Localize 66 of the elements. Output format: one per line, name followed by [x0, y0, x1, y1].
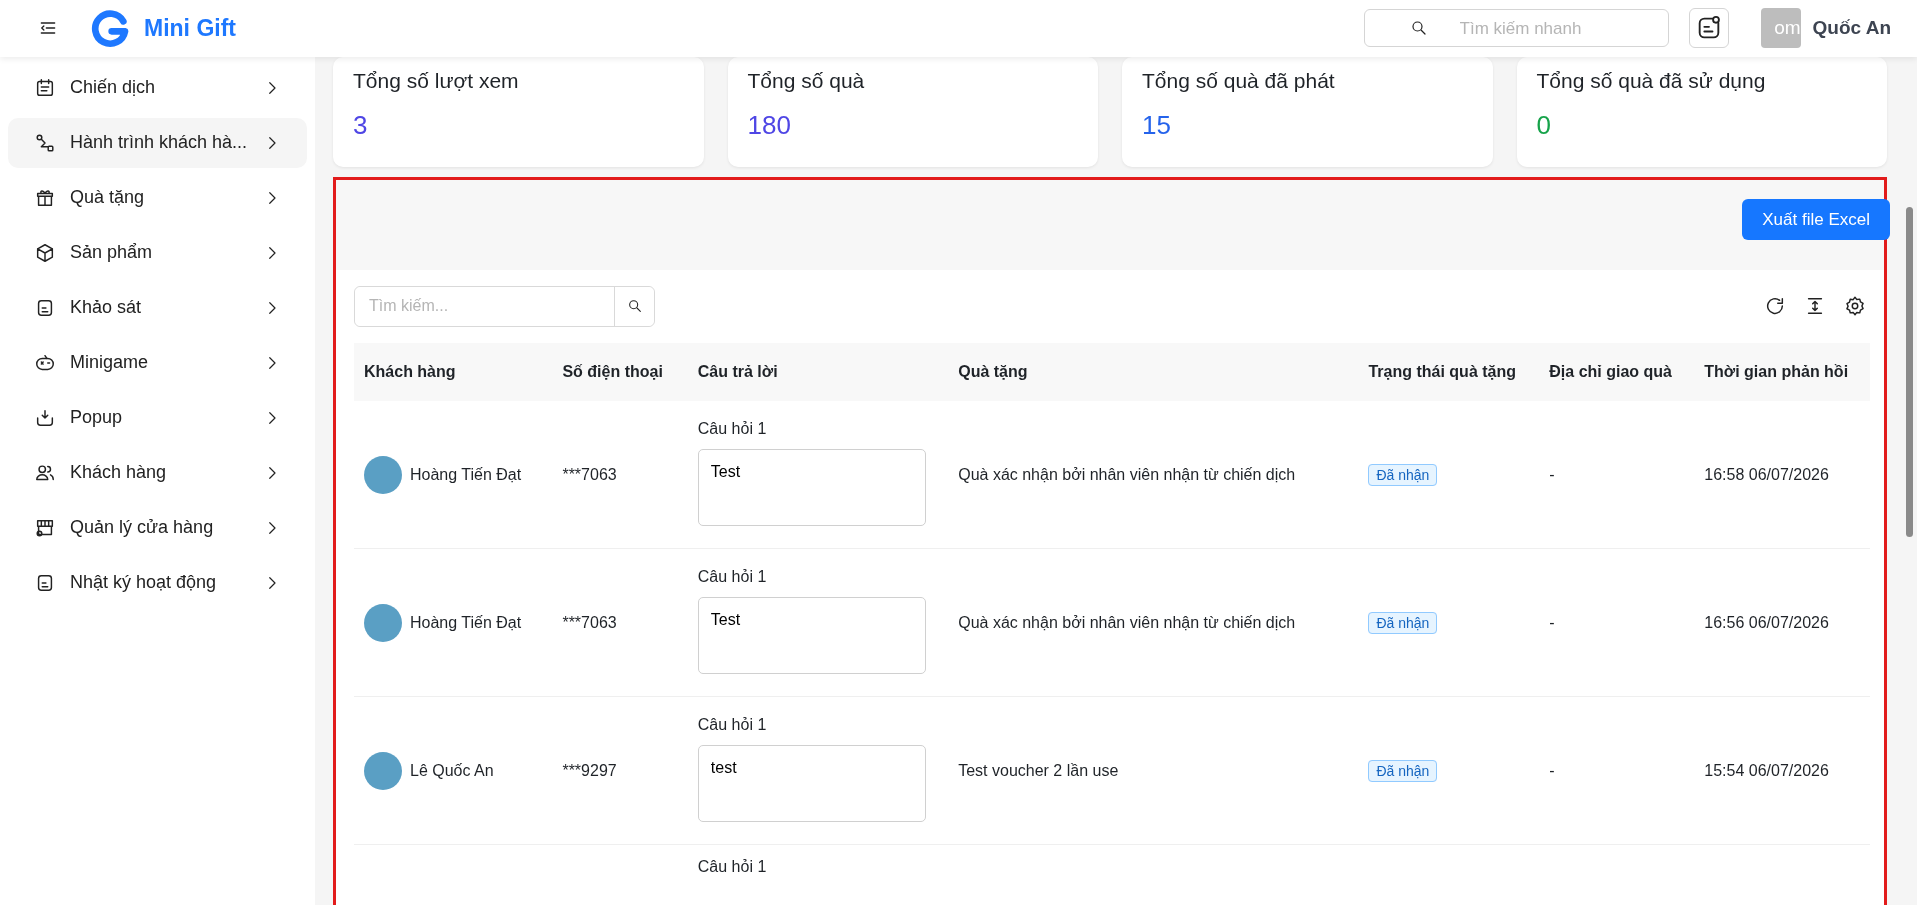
- delivery-address: -: [1549, 613, 1555, 631]
- gift-name: Quà xác nhận bởi nhân viên nhận từ chiến dịch: [958, 465, 1296, 483]
- search-icon: [626, 298, 643, 315]
- status-tag: Đã nhận: [1368, 463, 1438, 486]
- phone-number: ***7063: [562, 613, 617, 631]
- stat-value: 180: [747, 109, 791, 143]
- answer-box[interactable]: test: [697, 744, 926, 822]
- status-tag: Đã nhận: [1368, 759, 1438, 782]
- sidebar-item[interactable]: Quà tặng: [8, 172, 307, 223]
- answer-box[interactable]: Test: [697, 448, 926, 526]
- stat-title: Tổng số lượt xem: [353, 67, 519, 94]
- calendar-icon: [34, 76, 56, 99]
- route-icon: [34, 131, 56, 154]
- sidebar-item[interactable]: Sản phẩm: [8, 227, 307, 278]
- customer-name: Hoàng Tiến Đạt: [410, 612, 522, 633]
- brand-name: Mini Gift: [144, 14, 236, 44]
- gift-name: Test voucher 2 lần use: [958, 761, 1119, 779]
- delivery-address: -: [1549, 465, 1555, 483]
- delivery-address: -: [1549, 761, 1555, 779]
- sidebar-item[interactable]: Quản lý cửa hàng: [8, 502, 307, 553]
- stat-value: 15: [1142, 109, 1171, 143]
- sidebar-item[interactable]: Hành trình khách hà...: [8, 117, 307, 168]
- box-icon: [34, 241, 56, 264]
- stat-title: Tổng số quà: [747, 67, 865, 94]
- column-header: Thời gian phản hồi: [1704, 362, 1849, 380]
- question-label: Câu hỏi 1: [697, 419, 767, 437]
- stat-value: 0: [1536, 109, 1551, 143]
- avatar-photo-placeholder: [364, 751, 402, 790]
- notification-button[interactable]: [1688, 8, 1729, 49]
- sidebar-item[interactable]: Nhật ký hoạt động: [8, 557, 307, 608]
- column-header: Địa chỉ giao quà: [1549, 362, 1672, 380]
- stat-value: 3: [353, 109, 368, 143]
- sidebar-item[interactable]: Popup: [8, 392, 307, 443]
- stat-title: Tổng số quà đã phát: [1142, 67, 1335, 94]
- table-search-box[interactable]: Tìm kiếm...: [354, 285, 655, 327]
- avatar-photo-placeholder: [364, 455, 402, 494]
- response-time: 16:58 06/07/2026: [1704, 465, 1829, 483]
- answer-box[interactable]: Test: [697, 596, 926, 674]
- sidebar-item[interactable]: Chiến dịch: [8, 62, 307, 113]
- sidebar-item[interactable]: Khảo sát: [8, 282, 307, 333]
- phone-number: ***7063: [562, 465, 617, 483]
- column-header: Quà tặng: [958, 362, 1028, 380]
- column-header: Trạng thái quà tặng: [1368, 362, 1516, 380]
- status-tag: Đã nhận: [1368, 611, 1438, 634]
- export-excel-button[interactable]: Xuất file Excel: [1742, 198, 1890, 241]
- phone-number: ***9297: [562, 761, 617, 779]
- logo-icon: [90, 8, 130, 49]
- response-time: 15:54 06/07/2026: [1704, 761, 1829, 779]
- question-label: Câu hỏi 1: [697, 715, 767, 733]
- avatar-photo-placeholder: [364, 603, 402, 642]
- column-header: Câu trả lời: [697, 362, 778, 380]
- customer-name: Lê Quốc An: [410, 760, 494, 781]
- column-header: Số điện thoại: [562, 362, 663, 380]
- customer-name: Hoàng Tiến Đạt: [410, 464, 522, 485]
- quick-search-box[interactable]: Tìm kiếm nhanh: [1363, 9, 1669, 48]
- question-label: Câu hỏi 1: [697, 567, 767, 585]
- settings-icon[interactable]: [1844, 295, 1866, 318]
- question-label: Câu hỏi 1: [697, 858, 767, 876]
- response-time: 16:56 06/07/2026: [1704, 613, 1829, 631]
- sidebar-item[interactable]: Khách hàng: [8, 447, 307, 498]
- scrollbar-thumb[interactable]: [1906, 206, 1913, 537]
- stat-title: Tổng số quà đã sử dụng: [1536, 67, 1766, 94]
- sidebar-item[interactable]: Minigame: [8, 337, 307, 388]
- column-header: Khách hàng: [364, 362, 456, 380]
- gift-name: Quà xác nhận bởi nhân viên nhận từ chiến dịch: [958, 613, 1296, 631]
- user-name[interactable]: Quốc An: [1812, 14, 1891, 43]
